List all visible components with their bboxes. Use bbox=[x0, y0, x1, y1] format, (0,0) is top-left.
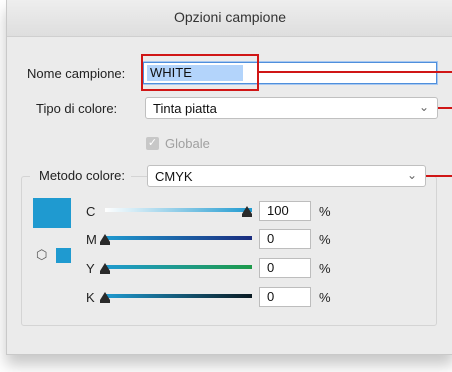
global-label: Globale bbox=[165, 136, 210, 151]
channel-y-thumb[interactable] bbox=[100, 263, 110, 271]
color-preview-swatch bbox=[33, 198, 71, 228]
channel-m-label: M bbox=[86, 232, 97, 247]
gamut-swatch[interactable] bbox=[56, 248, 71, 263]
annotation-line-mode bbox=[426, 175, 452, 177]
color-mode-select[interactable]: CMYK ⌄ bbox=[147, 165, 426, 187]
color-mode-label: Metodo colore: bbox=[30, 168, 131, 183]
chevron-down-icon: ⌄ bbox=[406, 168, 417, 182]
channel-m-thumb-base bbox=[100, 242, 110, 245]
channel-c-slider[interactable] bbox=[105, 208, 252, 212]
channel-c-thumb[interactable] bbox=[242, 206, 252, 214]
channel-k-unit: % bbox=[319, 290, 331, 305]
swatch-name-label: Nome campione: bbox=[27, 66, 126, 81]
color-mode-group bbox=[21, 176, 437, 326]
channel-c-unit: % bbox=[319, 204, 331, 219]
global-checkbox[interactable]: ✓ bbox=[146, 137, 159, 150]
channel-y-label: Y bbox=[86, 261, 95, 276]
channel-m-slider[interactable] bbox=[105, 236, 252, 240]
channel-c-label: C bbox=[86, 204, 96, 219]
channel-k-thumb-base bbox=[100, 300, 110, 303]
channel-m-unit: % bbox=[319, 232, 331, 247]
color-type-label: Tipo di colore: bbox=[36, 101, 118, 116]
dialog-title: Opzioni campione bbox=[173, 9, 287, 25]
channel-y-unit: % bbox=[319, 261, 331, 276]
channel-y-slider[interactable] bbox=[105, 265, 252, 269]
channel-y-input[interactable]: 0 bbox=[259, 258, 311, 278]
check-icon: ✓ bbox=[147, 137, 158, 149]
channel-m-input[interactable]: 0 bbox=[259, 229, 311, 249]
color-mode-value: CMYK bbox=[155, 169, 193, 184]
channel-k-slider[interactable] bbox=[105, 294, 252, 298]
chevron-down-icon: ⌄ bbox=[418, 100, 429, 114]
channel-y-thumb-base bbox=[100, 271, 110, 274]
channel-c-input[interactable]: 100 bbox=[259, 201, 311, 221]
cube-icon[interactable]: ⬡ bbox=[36, 247, 50, 263]
channel-k-thumb[interactable] bbox=[100, 292, 110, 300]
annotation-line-name bbox=[259, 71, 452, 73]
channel-c-thumb-base bbox=[242, 214, 252, 217]
color-type-value: Tinta piatta bbox=[153, 101, 217, 116]
annotation-highlight-box bbox=[141, 54, 259, 91]
channel-m-thumb[interactable] bbox=[100, 234, 110, 242]
channel-k-input[interactable]: 0 bbox=[259, 287, 311, 307]
annotation-line-type bbox=[438, 107, 452, 109]
color-type-select[interactable]: Tinta piatta ⌄ bbox=[145, 97, 438, 119]
channel-k-label: K bbox=[86, 290, 95, 305]
title-bar: Opzioni campione bbox=[7, 0, 452, 37]
